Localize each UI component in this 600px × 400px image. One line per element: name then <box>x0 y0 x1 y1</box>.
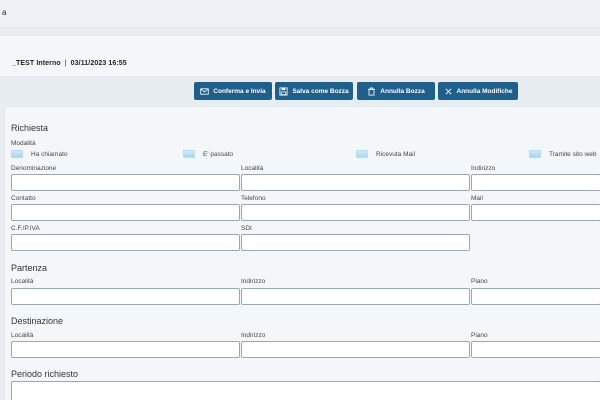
partenza-piano-input[interactable] <box>471 288 600 305</box>
info-separator: | <box>64 60 67 67</box>
radio-box <box>529 150 541 158</box>
radio-box <box>11 150 23 158</box>
confirm-send-label: Conferma e Invia <box>213 87 266 95</box>
destinazione-indirizzo-input[interactable] <box>241 341 470 358</box>
localita-input[interactable] <box>241 174 470 191</box>
denominazione-input[interactable] <box>11 174 240 191</box>
radio-box <box>183 150 195 158</box>
destinazione-piano-input[interactable] <box>471 341 600 358</box>
indirizzo-input[interactable] <box>471 174 600 191</box>
sdi-input[interactable] <box>241 234 470 251</box>
label-cf-piva: C.F./P.IVA <box>11 225 40 232</box>
radio-label: E' passato <box>203 150 234 158</box>
label-destinazione-piano: Piano <box>471 332 488 339</box>
top-bar-text: a <box>2 8 7 17</box>
label-partenza-piano: Piano <box>471 278 488 285</box>
trash-icon <box>368 87 376 96</box>
label-partenza-indirizzo: Indirizzo <box>241 278 266 285</box>
user-name: _TEST Interno <box>12 60 61 67</box>
label-indirizzo: Indirizzo <box>471 165 496 172</box>
label-partenza-localita: Località <box>11 278 34 285</box>
radio-label: Tramite sito web <box>549 150 597 158</box>
contatto-input[interactable] <box>11 204 240 221</box>
label-localita: Località <box>241 165 264 172</box>
confirm-send-button[interactable]: Conferma e Invia <box>194 82 272 100</box>
close-icon <box>444 87 452 95</box>
radio-ricevuta-mail[interactable]: Ricevuta Mail <box>356 150 415 158</box>
radio-ha-chiamato[interactable]: Ha chiamato <box>11 150 68 158</box>
radio-e-passato[interactable]: E' passato <box>183 150 233 158</box>
section-title-partenza: Partenza <box>11 263 48 273</box>
section-title-richiesta: Richiesta <box>11 123 49 133</box>
label-denominazione: Denominazione <box>11 165 57 172</box>
label-mail: Mail <box>471 195 483 202</box>
action-toolbar: Conferma e Invia Salva come Bozza Annull… <box>0 82 600 102</box>
mail-input[interactable] <box>471 204 600 221</box>
telefono-input[interactable] <box>241 204 470 221</box>
section-title-periodo: Periodo richiesto <box>11 369 79 379</box>
save-draft-button[interactable]: Salva come Bozza <box>275 82 353 100</box>
envelope-icon <box>200 87 209 95</box>
partenza-indirizzo-input[interactable] <box>241 288 470 305</box>
info-bar: _TEST Interno | 03/11/2023 16:55 <box>0 35 600 77</box>
request-form: Richiesta Modalità Ha chiamato E' passat… <box>4 106 600 400</box>
session-info: _TEST Interno | 03/11/2023 16:55 <box>12 60 127 67</box>
destinazione-localita-input[interactable] <box>11 341 240 358</box>
label-contatto: Contatto <box>11 195 36 202</box>
periodo-richiesto-textarea[interactable] <box>11 381 600 400</box>
section-title-destinazione: Destinazione <box>11 316 64 326</box>
label-telefono: Telefono <box>241 195 266 202</box>
top-bar: a <box>0 0 600 28</box>
cancel-draft-label: Annulla Bozza <box>380 87 425 95</box>
radio-label: Ha chiamato <box>31 150 68 158</box>
session-datetime: 03/11/2023 16:55 <box>70 60 127 67</box>
cancel-changes-label: Annulla Modifiche <box>456 87 513 95</box>
label-sdi: SDI <box>241 225 252 232</box>
cancel-changes-button[interactable]: Annulla Modifiche <box>438 82 518 100</box>
label-destinazione-indirizzo: Indirizzo <box>241 332 266 339</box>
floppy-disk-icon <box>279 86 288 96</box>
radio-tramite-sito-web[interactable]: Tramite sito web <box>529 150 596 158</box>
cf-piva-input[interactable] <box>11 234 240 251</box>
radio-box <box>356 150 368 158</box>
partenza-localita-input[interactable] <box>11 288 240 305</box>
cancel-draft-button[interactable]: Annulla Bozza <box>357 82 435 100</box>
save-draft-label: Salva come Bozza <box>292 87 349 95</box>
radio-label: Ricevuta Mail <box>376 150 416 158</box>
label-destinazione-localita: Località <box>11 332 34 339</box>
label-modalita: Modalità <box>11 140 36 147</box>
